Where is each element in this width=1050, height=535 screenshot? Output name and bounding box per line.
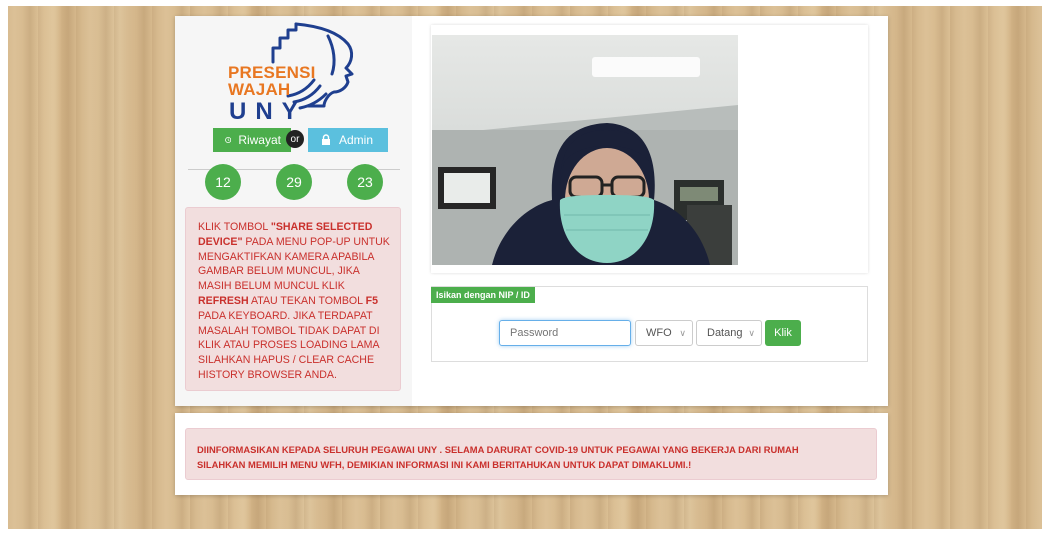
notice-text: ATAU TEKAN TOMBOL — [248, 294, 366, 307]
camera-instructions-alert: KLIK TOMBOL "SHARE SELECTED DEVICE" PADA… — [185, 207, 401, 391]
riwayat-button[interactable]: Riwayat — [213, 128, 291, 152]
covid-announcement-alert: DIINFORMASIKAN KEPADA SELURUH PEGAWAI UN… — [185, 428, 877, 480]
logo-text-uny: UNY — [229, 98, 307, 125]
work-mode-value: WFO — [646, 327, 672, 339]
work-mode-select[interactable]: WFO ∨ — [635, 320, 693, 346]
clock-hours: 12 — [205, 164, 241, 200]
notice-strong-refresh: REFRESH — [198, 294, 249, 307]
chevron-down-icon: ∨ — [679, 328, 686, 338]
or-badge: or — [286, 130, 304, 148]
attendance-type-select[interactable]: Datang ∨ — [696, 320, 762, 346]
clock-minutes: 29 — [276, 164, 312, 200]
form-title: Isikan dengan NIP / ID — [431, 287, 535, 303]
announcement-line-2: SILAHKAN MEMILIH MENU WFH, DEMIKIAN INFO… — [197, 459, 692, 470]
submit-button[interactable]: Klik — [765, 320, 801, 346]
chevron-down-icon: ∨ — [748, 328, 755, 338]
announcement-line-1: DIINFORMASIKAN KEPADA SELURUH PEGAWAI UN… — [197, 444, 799, 455]
logo-text-wajah: WAJAH — [228, 80, 291, 99]
lock-icon — [322, 134, 330, 145]
notice-text: KLIK TOMBOL — [198, 221, 271, 233]
camera-feed — [432, 35, 738, 265]
notice-text: PADA KEYBOARD. JIKA TERDAPAT MASALAH TOM… — [198, 309, 380, 381]
riwayat-label: Riwayat — [238, 133, 281, 147]
logo-text-presensi: PRESENSI — [228, 63, 316, 82]
notice-strong-f5: F5 — [365, 294, 378, 307]
admin-button[interactable]: Admin — [308, 128, 388, 152]
camera-image — [432, 35, 738, 265]
clock-icon — [225, 136, 232, 144]
admin-label: Admin — [339, 133, 374, 147]
password-input[interactable] — [499, 320, 631, 346]
clock-seconds: 23 — [347, 164, 383, 200]
attendance-type-value: Datang — [707, 327, 743, 339]
